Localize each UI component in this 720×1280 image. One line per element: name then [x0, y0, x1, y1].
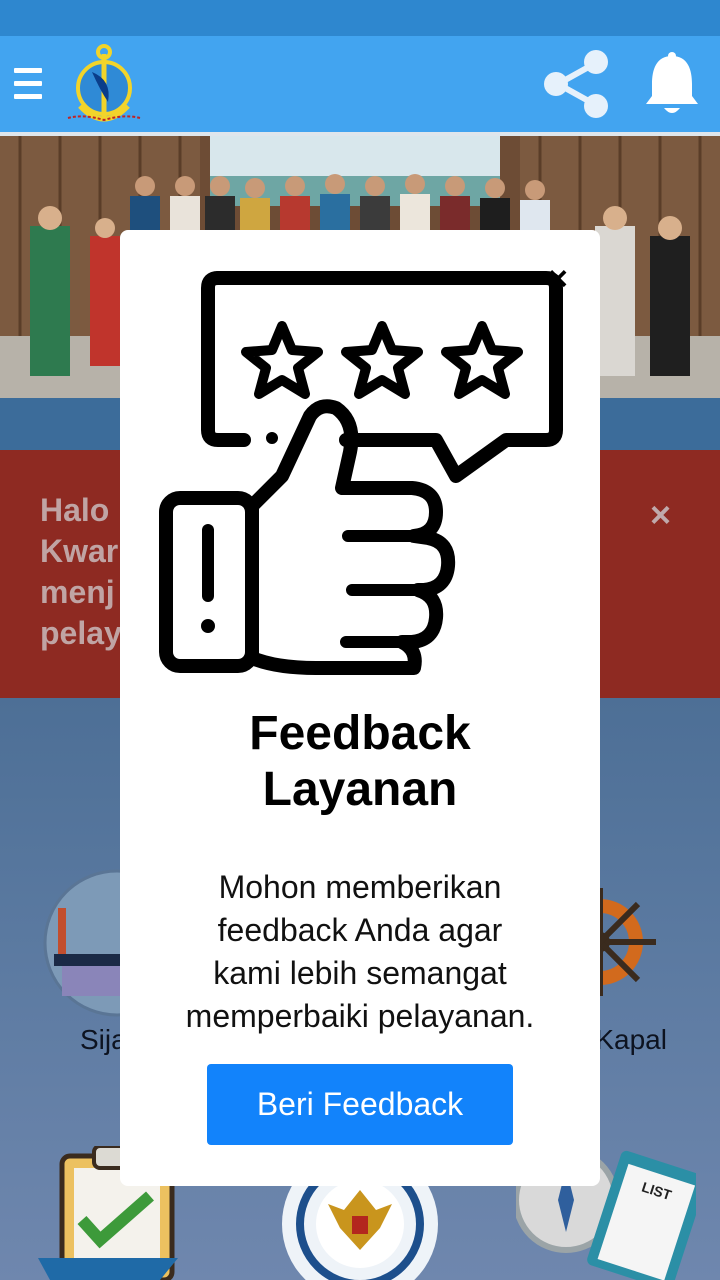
- hamburger-menu-icon[interactable]: [14, 68, 42, 100]
- give-feedback-button[interactable]: Beri Feedback: [207, 1064, 513, 1145]
- modal-title-line: Feedback: [249, 707, 471, 760]
- ministry-logo: [64, 40, 144, 130]
- modal-message-line: kami lebih semangat: [213, 955, 507, 991]
- thumbs-up-rating-icon: [156, 266, 566, 676]
- modal-title-line: Layanan: [262, 763, 458, 816]
- modal-title: Feedback Layanan: [120, 706, 600, 818]
- modal-message-line: Mohon memberikan: [218, 869, 502, 905]
- modal-message-line: feedback Anda agar: [217, 912, 503, 948]
- status-bar: [0, 0, 720, 36]
- bell-icon[interactable]: [642, 50, 702, 116]
- share-icon[interactable]: [540, 48, 612, 120]
- modal-message: Mohon memberikan feedback Anda agar kami…: [150, 866, 570, 1038]
- modal-message-line: memperbaiki pelayanan.: [185, 998, 535, 1034]
- close-icon[interactable]: ×: [548, 262, 568, 296]
- alert-close-icon[interactable]: ×: [650, 494, 671, 536]
